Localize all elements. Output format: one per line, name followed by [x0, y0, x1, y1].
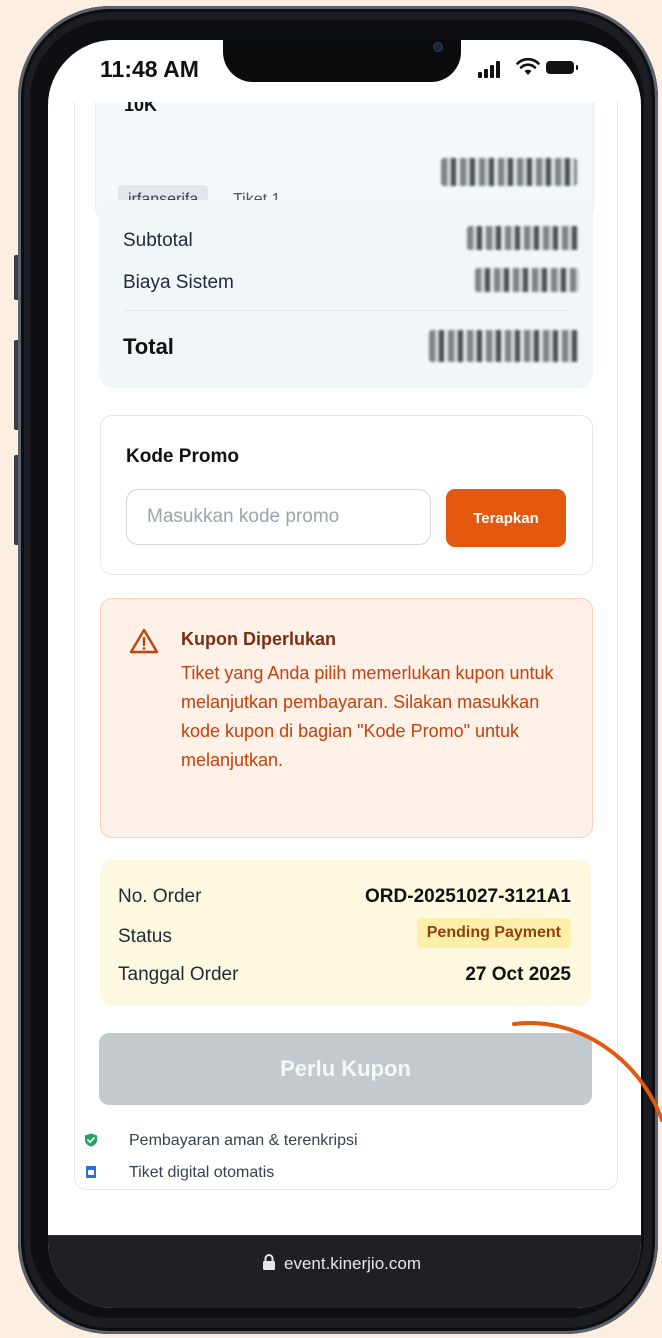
dynamic-island: [223, 40, 461, 82]
alert-message: Tiket yang Anda pilih memerlukan kupon u…: [181, 663, 554, 770]
order-number-value: ORD-20251027-3121A1: [365, 886, 571, 907]
status-bar: 11:48 AM: [48, 40, 641, 102]
promo-code-card: Kode Promo Terapkan: [100, 415, 593, 575]
status-time: 11:48 AM: [100, 56, 199, 82]
promo-title: Kode Promo: [126, 446, 239, 467]
lock-icon: [262, 1254, 276, 1276]
url-text: event.kinerjio.com: [284, 1254, 422, 1273]
coupon-required-alert: Kupon Diperlukan Tiket yang Anda pilih m…: [100, 598, 593, 838]
status-label: Status: [118, 926, 172, 947]
status-badge: Pending Payment: [416, 918, 571, 948]
ticket-name: 10K: [124, 100, 158, 114]
subtotal-label: Subtotal: [123, 230, 193, 251]
order-date-value: 27 Oct 2025: [465, 964, 571, 985]
front-camera-icon: [433, 42, 443, 52]
order-date-label: Tanggal Order: [118, 964, 239, 985]
total-label: Total: [123, 334, 174, 359]
system-fee-value-redacted: [475, 268, 579, 292]
warning-icon: [129, 627, 159, 660]
feature-label: Pembayaran aman & terenkripsi: [129, 1132, 358, 1149]
ticket-price-redacted: [441, 158, 577, 186]
total-value-redacted: [429, 330, 579, 362]
alert-title: Kupon Diperlukan: [181, 629, 337, 649]
summary-divider: [125, 310, 569, 311]
subtotal-value-redacted: [467, 226, 579, 250]
wifi-icon: [516, 57, 540, 81]
battery-icon: [546, 61, 578, 74]
price-summary-card: Subtotal Biaya Sistem Total: [99, 200, 593, 388]
order-info-card: No. Order ORD-20251027-3121A1 Status Pen…: [100, 860, 591, 1006]
browser-address-bar[interactable]: event.kinerjio.com: [48, 1235, 641, 1308]
order-number-label: No. Order: [118, 886, 202, 907]
shield-check-icon: [84, 1133, 98, 1147]
feature-label: Tiket digital otomatis: [129, 1164, 275, 1181]
ticket-icon: [84, 1165, 98, 1179]
annotation-arrow: [512, 1021, 662, 1122]
system-fee-label: Biaya Sistem: [123, 272, 234, 293]
promo-code-input[interactable]: [126, 489, 431, 545]
apply-promo-button[interactable]: Terapkan: [446, 489, 566, 547]
